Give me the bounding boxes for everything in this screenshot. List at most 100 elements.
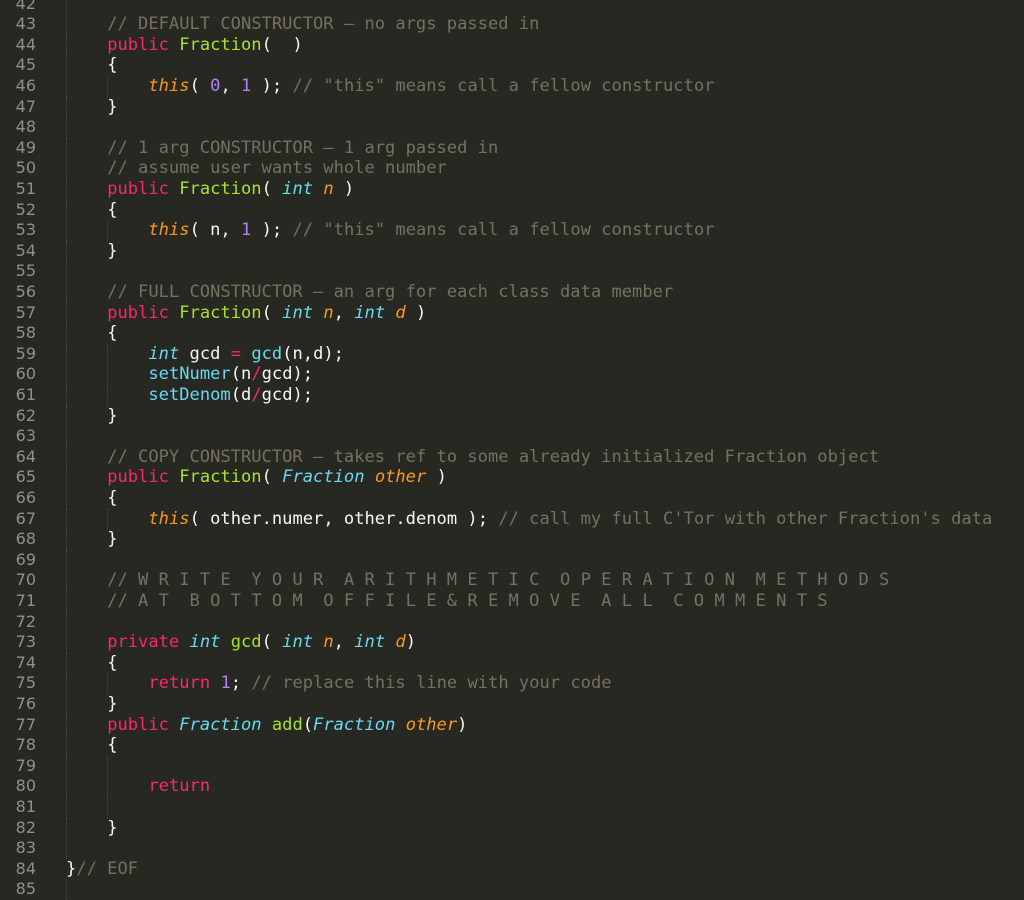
- code-line[interactable]: 78 {: [0, 735, 1024, 756]
- code-line[interactable]: 83: [0, 838, 1024, 859]
- line-number: 42: [15, 0, 36, 13]
- plain-token: {: [107, 55, 118, 76]
- code-line[interactable]: 47}: [0, 96, 1024, 118]
- code-line[interactable]: 67 this( other.numer, other.denom ); // c…: [0, 508, 1024, 530]
- indent-guide: [66, 776, 67, 797]
- code-line[interactable]: 49 // 1 arg CONSTRUCTOR – 1 arg passed in: [0, 137, 1024, 159]
- code-line[interactable]: 80 return: [0, 776, 1024, 797]
- code-line[interactable]: 57 public Fraction( int n, int d ): [0, 302, 1024, 324]
- code-line[interactable]: 70 // W R I T E Y O U R A R I T H M E T I…: [0, 570, 1024, 591]
- code-line[interactable]: 44 public Fraction( ): [0, 34, 1024, 56]
- parameter-token: other: [405, 714, 458, 735]
- plain-token: (: [302, 714, 314, 735]
- indent-guide: [66, 591, 67, 612]
- code-text: }// EOF: [66, 859, 138, 880]
- plain-token: }: [107, 817, 118, 838]
- code-line[interactable]: 75 return 1; // replace this line with yo…: [0, 673, 1024, 694]
- code-line[interactable]: 82}: [0, 817, 1024, 839]
- code-line[interactable]: 85: [0, 879, 1024, 900]
- code-line[interactable]: 61 setDenom(d/gcd);: [0, 385, 1024, 406]
- line-number: 61: [15, 385, 36, 404]
- line-number: 66: [15, 488, 36, 507]
- line-number: 49: [15, 137, 36, 157]
- parameter-token: other: [374, 467, 427, 488]
- code-line[interactable]: 46 this( 0, 1 ); // "this" means call a f…: [0, 76, 1024, 97]
- code-text: private int gcd( int n, int d): [107, 632, 416, 653]
- parameter-token: n: [323, 179, 334, 199]
- indent-guide: [107, 508, 109, 530]
- indent-guide: [66, 797, 67, 818]
- line-number: 85: [15, 879, 36, 899]
- code-line[interactable]: 69: [0, 549, 1024, 571]
- plain-token: }: [107, 240, 118, 261]
- code-line[interactable]: 59 int gcd = gcd(n,d);: [0, 343, 1024, 365]
- code-line[interactable]: 55: [0, 261, 1024, 282]
- code-line[interactable]: 52 {: [0, 199, 1024, 221]
- line-number: 56: [15, 282, 36, 301]
- code-line[interactable]: 56 // FULL CONSTRUCTOR – an arg for each …: [0, 282, 1024, 303]
- code-line[interactable]: 81: [0, 797, 1024, 818]
- indent-guide: [107, 797, 109, 818]
- plain-token: ): [405, 632, 416, 653]
- plain-token: }: [107, 405, 118, 426]
- code-line[interactable]: 45 {: [0, 55, 1024, 76]
- indent-guide: [66, 529, 67, 550]
- code-line[interactable]: 42: [0, 0, 1024, 15]
- plain-token: gcd: [179, 343, 231, 364]
- function-name-token: Fraction: [179, 34, 262, 55]
- code-line[interactable]: 74 {: [0, 652, 1024, 674]
- code-line[interactable]: 48: [0, 117, 1024, 138]
- plain-token: {: [107, 199, 118, 220]
- code-line[interactable]: 53 this( n, 1 ); // "this" means call a f…: [0, 220, 1024, 241]
- code-line[interactable]: 73 private int gcd( int n, int d): [0, 632, 1024, 653]
- indent-guide: [107, 364, 109, 385]
- plain-token: ,: [220, 76, 242, 96]
- plain-token: }: [107, 96, 118, 117]
- plain-token: {: [107, 652, 118, 673]
- code-line[interactable]: 65 public Fraction( Fraction other ): [0, 467, 1024, 488]
- code-line[interactable]: 50 // assume user wants whole number: [0, 158, 1024, 179]
- code-line[interactable]: 84}// EOF: [0, 859, 1024, 880]
- plain-token: }: [107, 694, 118, 714]
- code-editor[interactable]: 42 43 // DEFAULT CONSTRUCTOR – no args pas…: [0, 0, 1024, 900]
- code-line[interactable]: 71 // A T B O T T O M O F F I L E & R E M…: [0, 591, 1024, 612]
- code-line[interactable]: 51 public Fraction( int n ): [0, 179, 1024, 200]
- indent-guide: [107, 673, 109, 694]
- code-line[interactable]: 63: [0, 426, 1024, 447]
- parameter-token: d: [395, 632, 406, 653]
- code-line[interactable]: 54}: [0, 240, 1024, 262]
- code-text: public Fraction( int n, int d ): [107, 303, 426, 324]
- code-line[interactable]: 79: [0, 755, 1024, 777]
- line-number: 44: [15, 34, 36, 54]
- code-text: setDenom(d/gcd);: [148, 385, 313, 406]
- function-name-token: gcd: [230, 632, 262, 653]
- code-line[interactable]: 43 // DEFAULT CONSTRUCTOR – no args passe…: [0, 14, 1024, 35]
- code-line[interactable]: 64 // COPY CONSTRUCTOR – takes ref to som…: [0, 446, 1024, 468]
- code-line[interactable]: 68}: [0, 529, 1024, 550]
- indent-guide: [66, 735, 67, 756]
- code-line[interactable]: 77 public Fraction add(Fraction other): [0, 714, 1024, 736]
- indent-guide: [66, 96, 67, 118]
- code-text: {: [107, 488, 117, 509]
- code-text: {: [107, 55, 117, 76]
- code-line[interactable]: 60 setNumer(n/gcd);: [0, 364, 1024, 385]
- code-line[interactable]: 76}: [0, 694, 1024, 715]
- code-line[interactable]: 72: [0, 611, 1024, 633]
- code-line[interactable]: 58 {: [0, 323, 1024, 344]
- code-text: // W R I T E Y O U R A R I T H M E T I C…: [107, 570, 889, 591]
- indent-guide: [66, 34, 67, 56]
- type-token: int: [282, 302, 314, 323]
- indent-guide: [107, 76, 109, 97]
- indent-guide: [66, 508, 67, 530]
- plain-token: ,: [333, 632, 355, 653]
- code-line[interactable]: 62}: [0, 405, 1024, 427]
- comment-token: // assume user wants whole number: [107, 158, 447, 179]
- line-number: 48: [15, 117, 36, 137]
- code-line[interactable]: 66 {: [0, 488, 1024, 509]
- indent-guide: [66, 879, 67, 900]
- type-token: Fraction: [179, 714, 262, 735]
- indent-guide: [107, 343, 109, 365]
- number-literal-token: 1: [220, 673, 231, 694]
